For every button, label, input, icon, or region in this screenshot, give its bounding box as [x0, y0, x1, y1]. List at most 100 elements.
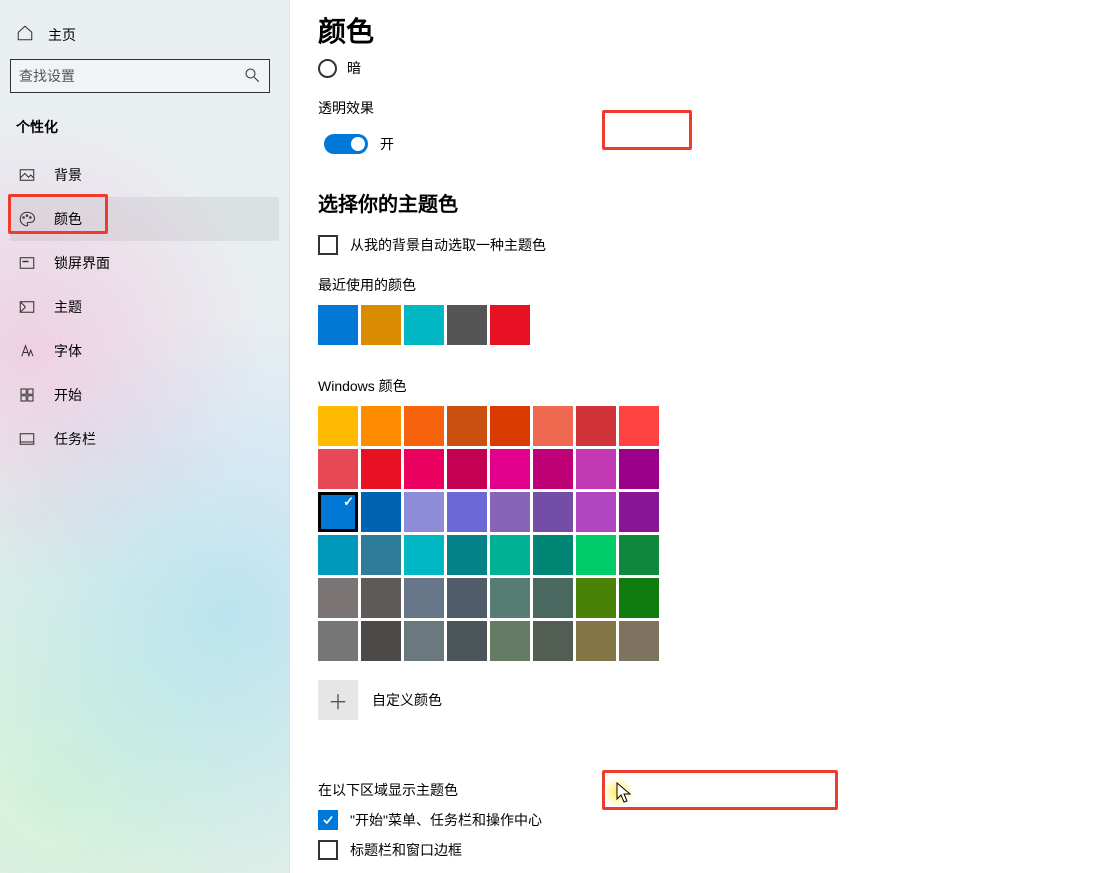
sidebar-item-fonts[interactable]: 字体 [10, 329, 279, 373]
color-swatch[interactable] [447, 406, 487, 446]
color-swatch[interactable] [490, 621, 530, 661]
checkbox-icon [318, 840, 338, 860]
color-swatch[interactable] [318, 578, 358, 618]
color-swatch[interactable] [318, 535, 358, 575]
page-title: 颜色 [318, 10, 1053, 50]
auto-pick-color-checkbox-row[interactable]: 从我的背景自动选取一种主题色 [318, 235, 1053, 255]
color-swatch[interactable] [361, 449, 401, 489]
surfaces-heading: 在以下区域显示主题色 [318, 780, 1053, 800]
color-swatch[interactable] [361, 535, 401, 575]
color-swatch[interactable] [490, 305, 530, 345]
checkbox-label: "开始"菜单、任务栏和操作中心 [350, 810, 542, 830]
color-swatch[interactable] [404, 406, 444, 446]
color-swatch[interactable] [447, 449, 487, 489]
transparency-heading: 透明效果 [318, 98, 1053, 118]
sidebar-item-lockscreen[interactable]: 锁屏界面 [10, 241, 279, 285]
color-swatch[interactable] [576, 406, 616, 446]
custom-color-row: ＋ 自定义颜色 [318, 680, 1053, 720]
color-swatch[interactable] [619, 535, 659, 575]
transparency-toggle[interactable] [324, 134, 368, 154]
sidebar-item-label: 背景 [54, 165, 82, 185]
color-swatch[interactable] [361, 492, 401, 532]
color-swatch[interactable] [490, 449, 530, 489]
color-swatch[interactable] [318, 621, 358, 661]
recent-colors-grid [318, 305, 662, 348]
color-swatch[interactable] [619, 492, 659, 532]
color-swatch[interactable] [447, 305, 487, 345]
main-content: 颜色 暗 透明效果 开 选择你的主题色 从我的背景自动选取一种主题色 最近使用的… [290, 0, 1093, 873]
checkbox-label: 从我的背景自动选取一种主题色 [350, 235, 546, 255]
sidebar-item-label: 任务栏 [54, 429, 96, 449]
recent-colors-heading: 最近使用的颜色 [318, 275, 1053, 295]
sidebar-item-colors[interactable]: 颜色 [10, 197, 279, 241]
custom-color-button[interactable]: ＋ [318, 680, 358, 720]
color-swatch[interactable] [447, 621, 487, 661]
font-icon [18, 342, 36, 360]
color-swatch[interactable] [404, 578, 444, 618]
sidebar-item-label: 颜色 [54, 209, 82, 229]
surface-start-taskbar-checkbox[interactable]: "开始"菜单、任务栏和操作中心 [318, 810, 1053, 830]
color-swatch[interactable] [318, 492, 358, 532]
sidebar-item-taskbar[interactable]: 任务栏 [10, 417, 279, 461]
color-swatch[interactable] [533, 535, 573, 575]
color-swatch[interactable] [318, 449, 358, 489]
color-swatch[interactable] [318, 305, 358, 345]
lock-screen-icon [18, 254, 36, 272]
sidebar-item-label: 锁屏界面 [54, 253, 110, 273]
color-swatch[interactable] [404, 535, 444, 575]
color-swatch[interactable] [361, 305, 401, 345]
settings-app: 主页 个性化 背景 颜色 锁屏界面 主题 [0, 0, 1093, 873]
color-swatch[interactable] [447, 578, 487, 618]
color-swatch[interactable] [619, 406, 659, 446]
sidebar-section-title: 个性化 [10, 93, 279, 149]
taskbar-icon [18, 430, 36, 448]
plus-icon: ＋ [328, 686, 348, 715]
color-swatch[interactable] [361, 578, 401, 618]
checkbox-label: 标题栏和窗口边框 [350, 840, 462, 860]
color-swatch[interactable] [576, 578, 616, 618]
home-label: 主页 [48, 25, 76, 45]
start-icon [18, 386, 36, 404]
sidebar-item-label: 主题 [54, 297, 82, 317]
checkbox-icon [318, 235, 338, 255]
color-swatch[interactable] [619, 449, 659, 489]
color-swatch[interactable] [576, 621, 616, 661]
search-box[interactable] [10, 59, 270, 93]
color-swatch[interactable] [533, 406, 573, 446]
color-swatch[interactable] [361, 406, 401, 446]
color-swatch[interactable] [533, 449, 573, 489]
surface-titlebars-checkbox[interactable]: 标题栏和窗口边框 [318, 840, 1053, 860]
color-swatch[interactable] [404, 449, 444, 489]
color-swatch[interactable] [533, 621, 573, 661]
search-input[interactable] [19, 68, 243, 84]
sidebar-home[interactable]: 主页 [10, 18, 279, 59]
color-swatch[interactable] [490, 535, 530, 575]
color-swatch[interactable] [576, 449, 616, 489]
sidebar-item-start[interactable]: 开始 [10, 373, 279, 417]
color-swatch[interactable] [576, 492, 616, 532]
windows-colors-grid [318, 406, 662, 664]
color-swatch[interactable] [447, 492, 487, 532]
home-icon [16, 24, 34, 45]
checkbox-icon [318, 810, 338, 830]
color-swatch[interactable] [576, 535, 616, 575]
color-swatch[interactable] [404, 492, 444, 532]
color-swatch[interactable] [533, 578, 573, 618]
color-swatch[interactable] [361, 621, 401, 661]
transparency-toggle-row: 开 [318, 128, 404, 160]
color-mode-option-dark[interactable]: 暗 [318, 58, 1053, 78]
color-swatch[interactable] [533, 492, 573, 532]
color-swatch[interactable] [404, 305, 444, 345]
theme-icon [18, 298, 36, 316]
color-swatch[interactable] [447, 535, 487, 575]
sidebar-item-themes[interactable]: 主题 [10, 285, 279, 329]
color-swatch[interactable] [318, 406, 358, 446]
color-swatch[interactable] [490, 492, 530, 532]
color-swatch[interactable] [404, 621, 444, 661]
color-swatch[interactable] [490, 406, 530, 446]
sidebar-item-background[interactable]: 背景 [10, 153, 279, 197]
color-swatch[interactable] [490, 578, 530, 618]
color-swatch[interactable] [619, 621, 659, 661]
color-swatch[interactable] [619, 578, 659, 618]
custom-color-label: 自定义颜色 [372, 690, 442, 710]
